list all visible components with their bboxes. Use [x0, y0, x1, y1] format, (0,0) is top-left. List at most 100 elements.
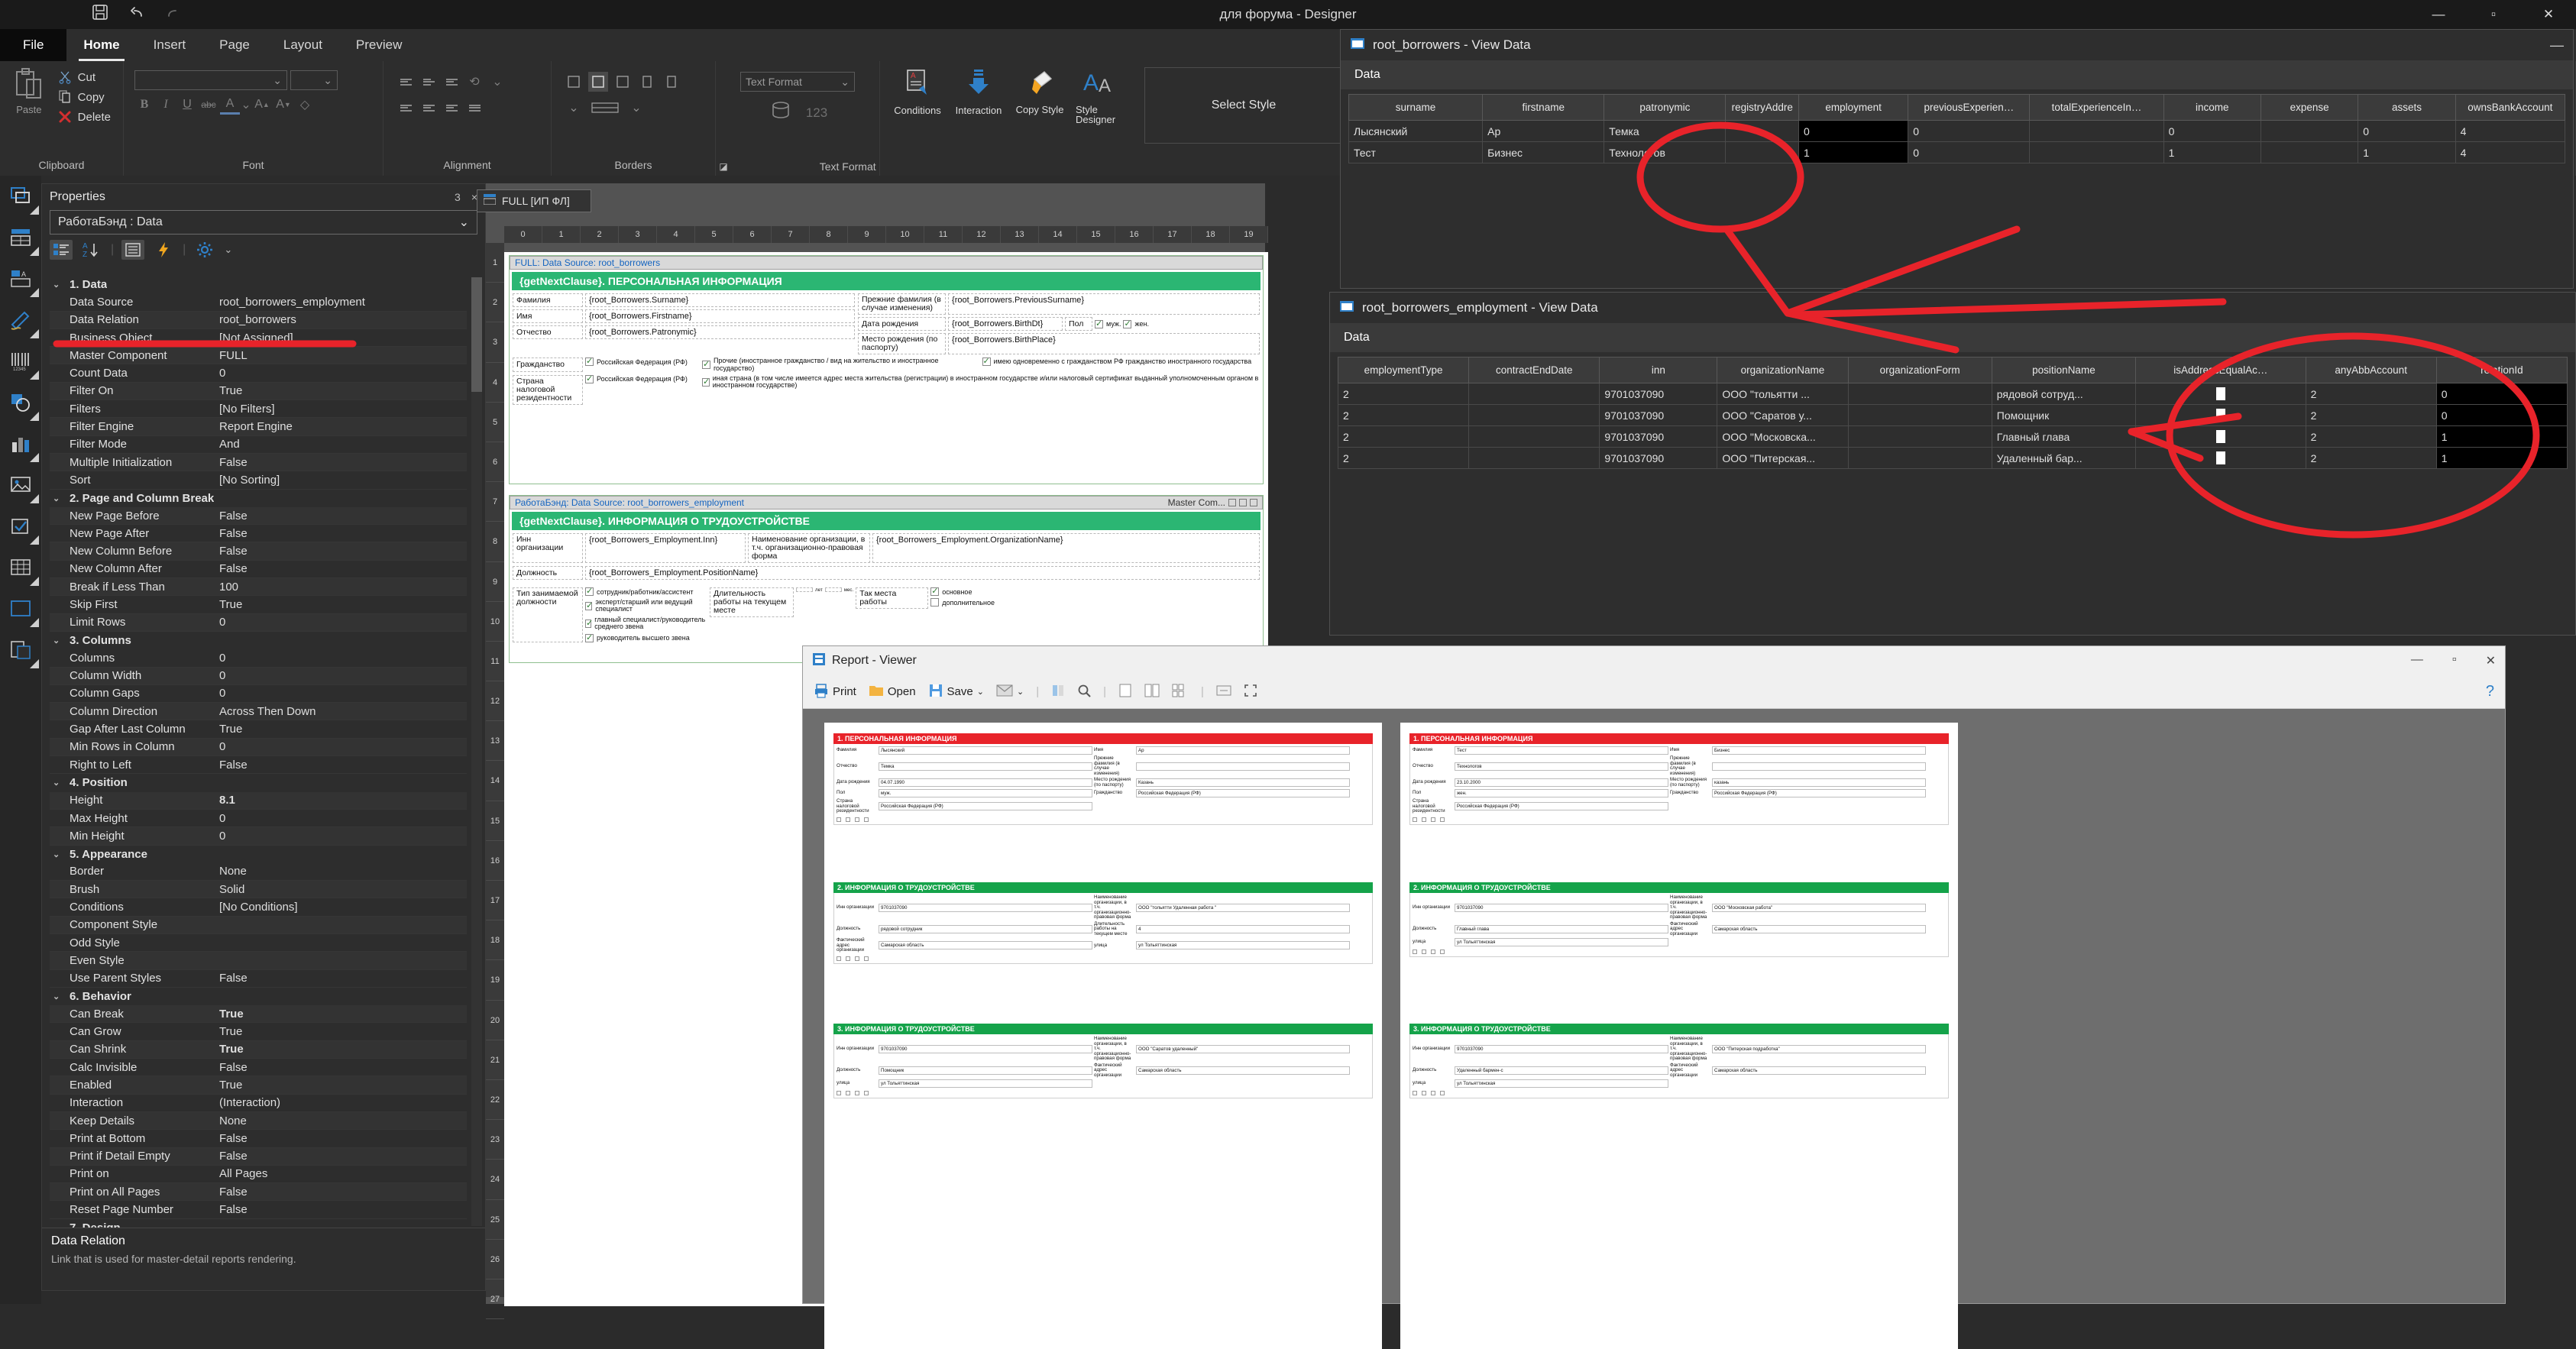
select-tool-icon[interactable] [0, 176, 41, 217]
vd2-r0-c8[interactable]: 0 [2435, 383, 2568, 405]
vd2-r1-c6[interactable] [2135, 404, 2306, 426]
property-value[interactable]: 0 [216, 687, 467, 700]
vd2-r1-c2[interactable]: 9701037090 [1599, 404, 1718, 426]
vd1-col-2[interactable]: patronymic [1604, 94, 1727, 121]
font-color-chevron-icon[interactable]: ⌄ [241, 95, 251, 115]
vd1-r1-c9[interactable]: 1 [2358, 141, 2456, 163]
underline-button[interactable]: U [177, 95, 197, 115]
window-controls[interactable]: — ▫ ✕ [2411, 0, 2576, 29]
vd1-col-0[interactable]: surname [1348, 94, 1484, 121]
table-icon[interactable] [0, 547, 41, 588]
border-left-icon[interactable] [637, 72, 657, 92]
text-format-dialog-launcher[interactable]: ◪ [719, 159, 727, 174]
label-citizenship[interactable]: Гражданство [513, 357, 583, 372]
chevron-down-icon[interactable]: ⌄ [53, 280, 60, 290]
vd2-r3-c2[interactable]: 9701037090 [1599, 447, 1718, 469]
property-value[interactable]: None [216, 865, 467, 878]
viewer-close-button[interactable]: ✕ [2486, 653, 2496, 668]
field-org-name[interactable]: {root_Borrowers_Employment.OrganizationN… [872, 533, 1260, 564]
vd2-r3-c1[interactable] [1468, 447, 1600, 469]
property-value[interactable]: False [216, 527, 467, 540]
find-icon[interactable] [1077, 684, 1091, 700]
save-button[interactable]: Save ⌄ [928, 683, 984, 701]
help-icon[interactable]: ? [2486, 683, 2494, 700]
vd2-r0-c4[interactable] [1847, 383, 1992, 405]
cut-button[interactable]: Cut [53, 69, 115, 86]
field-inn[interactable]: {root_Borrowers_Employment.Inn} [585, 533, 746, 564]
select-style-button[interactable]: Select Style [1144, 67, 1343, 144]
property-value[interactable]: 0 [216, 669, 467, 682]
label-birthdate[interactable]: Дата рождения [858, 317, 947, 332]
chevron-down-icon[interactable]: ⌄ [53, 778, 60, 788]
bold-button[interactable]: B [134, 95, 154, 115]
property-row[interactable]: Print on All Pages False [50, 1183, 467, 1202]
label-emp-type[interactable]: Тип занимаемой должности [513, 587, 583, 642]
citizenship-option-1[interactable]: Прочие (иностранное гражданство / вид на… [702, 357, 980, 372]
email-button[interactable]: ⌄ [996, 684, 1024, 700]
property-value[interactable]: root_borrowers_employment [216, 296, 467, 309]
vd1-minimize-button[interactable]: — [2550, 37, 2564, 53]
property-category[interactable]: ⌄ 3. Columns [50, 631, 467, 650]
property-value[interactable]: 0 [216, 812, 467, 825]
label-org-name[interactable]: Наименование организации, в т.ч. организ… [748, 533, 870, 564]
align-middle-button[interactable] [419, 72, 439, 92]
property-row[interactable]: Even Style [50, 952, 467, 970]
property-value[interactable]: 0 [216, 740, 467, 753]
property-row[interactable]: Data Source root_borrowers_employment [50, 293, 467, 312]
property-row[interactable]: New Page Before False [50, 506, 467, 526]
field-birthdate[interactable]: {root_Borrowers.BirthDt} [948, 317, 1063, 332]
label-birthplace[interactable]: Место рождения (по паспорту) [858, 333, 947, 355]
vd2-r2-c0[interactable]: 2 [1337, 425, 1470, 448]
border-color-icon[interactable]: ⌄ [564, 98, 584, 118]
property-value[interactable]: False [216, 1132, 467, 1145]
vd2-header-row[interactable]: employmentType contractEndDate inn organ… [1337, 357, 2568, 383]
subreport-icon[interactable] [0, 629, 41, 671]
property-value[interactable]: False [216, 562, 467, 575]
zoom-select-icon[interactable] [1216, 684, 1231, 700]
property-row[interactable]: Filters [No Filters] [50, 400, 467, 419]
property-value[interactable]: [No Sorting] [216, 474, 467, 487]
vd2-r3-c5[interactable]: Удаленный бар... [1991, 447, 2137, 469]
band-full-label[interactable]: FULL: Data Source: root_borrowers [510, 256, 1263, 270]
delete-button[interactable]: Delete [53, 108, 115, 125]
vd2-col-6[interactable]: isAddressEqualAc… [2135, 357, 2306, 383]
chevron-down-icon[interactable]: ⌄ [53, 493, 60, 503]
vd1-r1-c6[interactable] [2029, 141, 2164, 163]
band-rabota-header[interactable]: {getNextClause}. ИНФОРМАЦИЯ О ТРУДОУСТРО… [512, 512, 1260, 530]
property-value[interactable]: root_borrowers [216, 313, 467, 326]
viewer-page-canvas[interactable]: 1. ПЕРСОНАЛЬНАЯ ИНФОРМАЦИЯ Фамилия Лысянск… [803, 709, 2505, 1349]
property-value[interactable]: All Pages [216, 1167, 467, 1180]
property-row[interactable]: Filter On True [50, 382, 467, 401]
property-value[interactable]: False [216, 1150, 467, 1163]
viewer-titlebar[interactable]: Report - Viewer — ▫ ✕ [803, 646, 2505, 675]
property-row[interactable]: Filter Mode And [50, 436, 467, 454]
alignment-chevron-icon[interactable]: ⌄ [487, 72, 507, 92]
vd2-r0-c6[interactable] [2135, 383, 2306, 405]
property-row[interactable]: Keep Details None [50, 1111, 467, 1131]
settings-gear-icon[interactable] [193, 240, 216, 260]
vd1-r1-c8[interactable] [2260, 141, 2359, 163]
text-direction-button[interactable]: ⟲ [464, 72, 484, 92]
italic-button[interactable]: I [156, 95, 176, 115]
property-value[interactable]: True [216, 1043, 467, 1056]
property-value[interactable]: False [216, 1203, 467, 1216]
font-name-combo[interactable]: ⌄ [134, 70, 287, 90]
property-row[interactable]: Odd Style [50, 934, 467, 953]
vd1-r1-c3[interactable] [1725, 141, 1799, 163]
vd2-r0-c0[interactable]: 2 [1337, 383, 1470, 405]
band-full-header[interactable]: {getNextClause}. ПЕРСОНАЛЬНАЯ ИНФОРМАЦИЯ [512, 272, 1260, 290]
vd2-r0-c7[interactable]: 2 [2305, 383, 2437, 405]
property-value[interactable]: False [216, 759, 467, 772]
property-row[interactable]: Columns 0 [50, 649, 467, 668]
alphabetical-icon[interactable]: AZ [80, 240, 103, 260]
property-row[interactable]: Component Style [50, 916, 467, 934]
vd1-r1-c10[interactable]: 4 [2455, 141, 2566, 163]
property-row[interactable]: New Column After False [50, 561, 467, 579]
font-size-combo[interactable]: ⌄ [290, 70, 338, 90]
strikethrough-button[interactable]: abc [199, 95, 218, 115]
property-row[interactable]: Skip First True [50, 596, 467, 614]
copy-button[interactable]: Copy [53, 89, 115, 105]
number-format-icon[interactable]: 123 [806, 105, 827, 121]
property-value[interactable]: [No Filters] [216, 403, 467, 416]
property-row[interactable]: Master Component FULL [50, 347, 467, 365]
